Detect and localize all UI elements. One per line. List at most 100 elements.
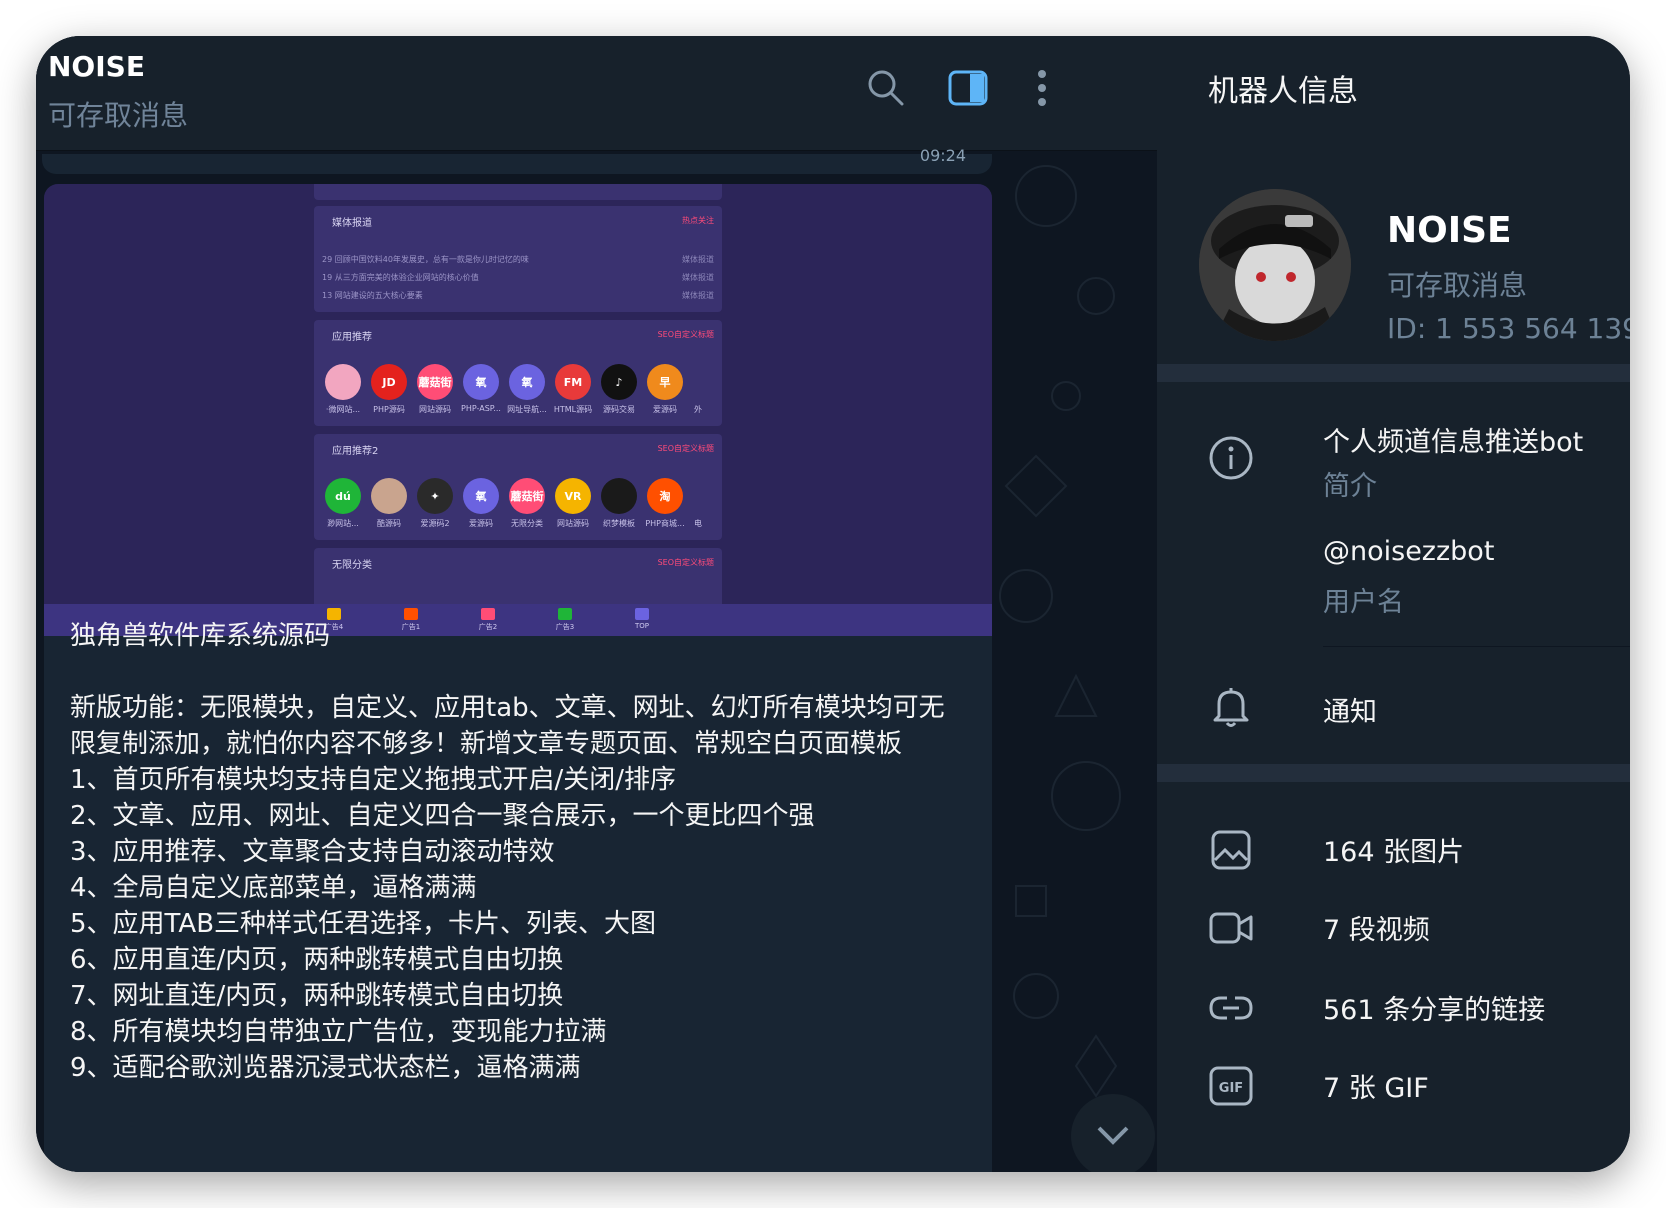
preview-app-logo: VR — [555, 478, 591, 514]
preview-app-label: 爱源码2 — [420, 519, 450, 528]
preview-app-label: PHP源码 — [373, 405, 405, 414]
preview-news-source: 媒体报道 — [682, 255, 714, 264]
bell-icon — [1213, 688, 1249, 727]
preview-app-icon: VR 网站源码 — [550, 478, 596, 529]
preview-apps2-row: dú 渺网站... 酷源码 ✦ 爱源码2 氧爱源码 蘑菇街 无限分类 VR 网站源码 织梦模板淘 PH… — [320, 478, 720, 538]
preview-app-icon: 氧 PHP-ASP... — [458, 364, 504, 413]
telegram-window: NOISE 可存取消息 09:24 媒体报道 热点关注 29 回顾中国饮料40年… — [36, 36, 1630, 1172]
info-icon — [1209, 436, 1253, 480]
preview-app-label: HTML源码 — [553, 405, 593, 414]
username-label: 用户名 — [1323, 587, 1404, 618]
gif-icon: GIF — [1209, 1066, 1253, 1106]
photos-count: 164 张图片 — [1323, 837, 1465, 868]
preview-app-label: 外 — [694, 405, 702, 414]
preview-news-title: 媒体报道 — [332, 218, 372, 229]
preview-app-logo: 淘 — [647, 478, 683, 514]
avatar[interactable] — [1199, 189, 1351, 341]
search-icon[interactable] — [864, 66, 908, 110]
preview-apps2-title: 应用推荐2 — [332, 446, 379, 457]
preview-app-more: 外 — [688, 364, 708, 415]
preview-panel-top — [314, 184, 722, 200]
preview-app-more: 电 — [688, 478, 708, 529]
preview-app-icon: 蘑菇街 无限分类 — [504, 478, 550, 529]
preview-apps3-tag: SEO自定义标题 — [657, 558, 714, 567]
preview-news-panel: 媒体报道 热点关注 29 回顾中国饮料40年发展史，总有一款是你儿时记忆的味 媒… — [314, 206, 722, 312]
notifications-row[interactable]: 通知 — [1323, 690, 1377, 729]
preview-app-label: 渺网站... — [327, 519, 359, 528]
previous-message-bubble: 09:24 — [42, 146, 992, 174]
chat-title[interactable]: NOISE — [48, 50, 145, 83]
preview-news-source: 媒体报道 — [682, 273, 714, 282]
profile-name: NOISE — [1387, 210, 1512, 251]
sidebar-toggle-icon[interactable] — [946, 66, 990, 110]
preview-app-label: 爱源码 — [469, 519, 493, 528]
preview-apps-row: ·微网站... JD PHP源码 蘑菇街 网站源码氧 PHP-ASP... 氧网址导航...… — [320, 364, 720, 424]
chevron-down-icon — [1097, 1126, 1129, 1145]
preview-app-icon: 氧爱源码 — [458, 478, 504, 529]
preview-app-label: 织梦模板 — [603, 519, 635, 528]
svg-text:GIF: GIF — [1219, 1081, 1243, 1096]
preview-app-label: 源码交易 — [603, 405, 635, 414]
preview-news-tag: 热点关注 — [682, 216, 714, 225]
message-bubble[interactable]: 媒体报道 热点关注 29 回顾中国饮料40年发展史，总有一款是你儿时记忆的味 媒… — [44, 184, 992, 1172]
row-divider — [1323, 646, 1630, 647]
chat-status: 可存取消息 — [48, 99, 189, 132]
username-text[interactable]: @noisezzbot — [1323, 536, 1494, 567]
preview-apps3-title: 无限分类 — [332, 560, 372, 571]
preview-app-logo: 蘑菇街 — [417, 364, 453, 400]
preview-app-icon: FM HTML源码 — [550, 364, 596, 415]
chat-header: NOISE 可存取消息 — [36, 36, 1157, 151]
preview-news-item: 29 回顾中国饮料40年发展史，总有一款是你儿时记忆的味 — [322, 255, 529, 264]
gifs-count: 7 张 GIF — [1323, 1073, 1429, 1104]
bio-label: 简介 — [1323, 471, 1377, 502]
profile-status: 可存取消息 — [1387, 269, 1528, 302]
preview-apps2-tag: SEO自定义标题 — [657, 444, 714, 453]
preview-app-logo: ✦ — [417, 478, 453, 514]
links-count: 561 条分享的链接 — [1323, 995, 1546, 1026]
preview-news-item: 13 网站建设的五大核心要素 — [322, 291, 423, 300]
preview-apps-tag: SEO自定义标题 — [657, 330, 714, 339]
message-image[interactable]: 媒体报道 热点关注 29 回顾中国饮料40年发展史，总有一款是你儿时记忆的味 媒… — [44, 184, 992, 636]
preview-app-icon: 蘑菇街 网站源码 — [412, 364, 458, 415]
link-icon — [1209, 996, 1253, 1020]
preview-app-logo: dú — [325, 478, 361, 514]
preview-app-icon: ✦ 爱源码2 — [412, 478, 458, 529]
preview-app-logo: ♪ — [601, 364, 637, 400]
preview-app-icon: ♪ 源码交易 — [596, 364, 642, 415]
preview-news-source: 媒体报道 — [682, 291, 714, 300]
preview-app-icon: ·微网站... — [320, 364, 366, 415]
scroll-down-button[interactable] — [1071, 1094, 1155, 1172]
preview-site: 媒体报道 热点关注 29 回顾中国饮料40年发展史，总有一款是你儿时记忆的味 媒… — [314, 184, 722, 636]
panel-title: 机器人信息 — [1208, 74, 1358, 109]
preview-app-logo — [601, 478, 637, 514]
chat-area: NOISE 可存取消息 09:24 媒体报道 热点关注 29 回顾中国饮料40年… — [36, 36, 1157, 1172]
preview-app-icon: 织梦模板 — [596, 478, 642, 529]
videos-count: 7 段视频 — [1323, 915, 1430, 946]
preview-app-icon: dú 渺网站... — [320, 478, 366, 529]
preview-news-item: 19 从三方面完美的体验企业网站的核心价值 — [322, 273, 479, 282]
preview-app-logo: 氧 — [509, 364, 545, 400]
profile-id: ID: 1 553 564 139 — [1387, 312, 1630, 345]
message-text: 独角兽软件库系统源码 新版功能：无限模块，自定义、应用tab、文章、网址、幻灯所… — [70, 621, 945, 1083]
preview-apps-title: 应用推荐 — [332, 332, 372, 343]
preview-app-icon: 淘 PHP商城... — [642, 478, 688, 529]
preview-app-label: PHP商城... — [645, 519, 685, 528]
previous-message-time: 09:24 — [919, 146, 966, 165]
preview-app-label: 网址导航... — [507, 405, 547, 414]
preview-app-label: ·微网站... — [325, 405, 361, 414]
preview-app-logo — [325, 364, 361, 400]
preview-app-label: 无限分类 — [511, 519, 543, 528]
bot-info-panel: 机器人信息 NOISE 可存取消息 ID: 1 553 564 139 个人频道… — [1157, 36, 1630, 1172]
preview-app-logo: 氧 — [463, 364, 499, 400]
preview-app-label: PHP-ASP... — [461, 404, 501, 413]
preview-app-logo: 蘑菇街 — [509, 478, 545, 514]
preview-app-logo: FM — [555, 364, 591, 400]
preview-app-label: 爱源码 — [653, 405, 677, 414]
preview-app-logo: 氧 — [463, 478, 499, 514]
preview-app-logo — [371, 478, 407, 514]
more-vertical-icon[interactable] — [1020, 66, 1064, 110]
preview-app-label: 网站源码 — [419, 405, 451, 414]
preview-app-icon: 酷源码 — [366, 478, 412, 529]
preview-app-logo: JD — [371, 364, 407, 400]
preview-app-label: 电 — [694, 519, 702, 528]
